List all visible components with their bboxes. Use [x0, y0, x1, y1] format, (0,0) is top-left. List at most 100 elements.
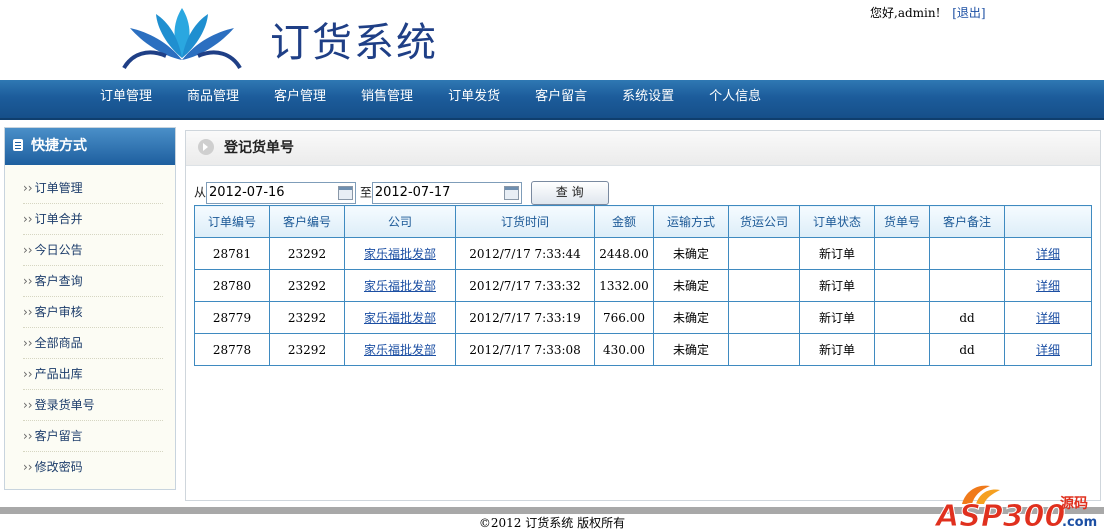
sidebar-item-label: 产品出库	[34, 367, 83, 381]
sidebar-item-label: 修改密码	[34, 460, 83, 474]
calendar-icon[interactable]	[503, 186, 519, 200]
cell-order-status: 新订单	[799, 269, 875, 302]
cell-carrier	[728, 237, 800, 270]
cell-customer-remark	[929, 269, 1005, 302]
cell-waybill-no	[874, 301, 930, 334]
cell-waybill-no	[874, 269, 930, 302]
cell-carrier	[728, 333, 800, 366]
nav-item-customer-messages[interactable]: 客户留言	[535, 80, 587, 118]
col-order-no: 订单编号	[194, 205, 270, 238]
svg-text:源码: 源码	[1060, 495, 1088, 512]
cell-order-time: 2012/7/17 7:33:32	[455, 269, 595, 302]
cell-action: 详细	[1004, 237, 1092, 270]
logout-link[interactable]: [退出]	[952, 6, 985, 20]
cell-order-no: 28780	[194, 269, 270, 302]
col-customer-remark: 客户备注	[929, 205, 1005, 238]
company-link[interactable]: 家乐福批发部	[364, 343, 436, 357]
sidebar-header: 快捷方式	[5, 128, 175, 165]
to-date-input[interactable]	[372, 183, 503, 202]
col-waybill-no: 货单号	[874, 205, 930, 238]
sidebar-item-customer-messages[interactable]: ›› 客户留言	[23, 421, 163, 452]
double-chevron-icon: ››	[23, 212, 33, 226]
sidebar-item-label: 登录货单号	[34, 398, 95, 412]
arrow-circle-icon	[198, 139, 214, 155]
cell-customer-no: 23292	[269, 269, 345, 302]
calendar-icon[interactable]	[338, 186, 354, 200]
system-title: 订货系统	[270, 20, 438, 66]
double-chevron-icon: ››	[23, 367, 33, 381]
sidebar-item-product-outbound[interactable]: ›› 产品出库	[23, 359, 163, 390]
nav-item-personal-info[interactable]: 个人信息	[709, 80, 761, 118]
cell-order-status: 新订单	[799, 333, 875, 366]
query-button[interactable]: 查 询	[530, 181, 609, 205]
sidebar-item-all-products[interactable]: ›› 全部商品	[23, 328, 163, 359]
sidebar-item-label: 订单管理	[34, 181, 83, 195]
cell-company: 家乐福批发部	[344, 237, 456, 270]
content-panel: 登记货单号 从 至 查 询 订单编号 客户编号 公司 订货时间 金额 运输方式 …	[185, 130, 1101, 501]
nav-item-product-management[interactable]: 商品管理	[187, 80, 239, 118]
sidebar-item-label: 订单合并	[34, 212, 83, 226]
sidebar-title: 快捷方式	[31, 138, 87, 154]
cell-waybill-no	[874, 333, 930, 366]
double-chevron-icon: ››	[23, 274, 33, 288]
sidebar-item-label: 客户查询	[34, 274, 83, 288]
from-date-input[interactable]	[207, 183, 338, 202]
sidebar-item-register-waybill[interactable]: ›› 登录货单号	[23, 390, 163, 421]
detail-link[interactable]: 详细	[1036, 343, 1060, 357]
table-row: 28778 23292 家乐福批发部 2012/7/17 7:33:08 430…	[194, 333, 1092, 366]
user-bar: 您好,admin! [退出]	[870, 4, 986, 21]
from-date-field[interactable]	[206, 182, 357, 204]
cell-shipping-method: 未确定	[653, 269, 729, 302]
sidebar-item-customer-query[interactable]: ›› 客户查询	[23, 266, 163, 297]
cell-order-time: 2012/7/17 7:33:19	[455, 301, 595, 334]
detail-link[interactable]: 详细	[1036, 279, 1060, 293]
lotus-logo-icon	[122, 8, 242, 70]
double-chevron-icon: ››	[23, 181, 33, 195]
cell-action: 详细	[1004, 333, 1092, 366]
sidebar-item-customer-review[interactable]: ›› 客户审核	[23, 297, 163, 328]
to-date-field[interactable]	[371, 182, 522, 204]
main-nav: 订单管理 商品管理 客户管理 销售管理 订单发货 客户留言 系统设置 个人信息	[0, 80, 1104, 120]
company-link[interactable]: 家乐福批发部	[364, 247, 436, 261]
col-action	[1004, 205, 1092, 238]
sidebar-item-order-merge[interactable]: ›› 订单合并	[23, 204, 163, 235]
sidebar-item-change-password[interactable]: ›› 修改密码	[23, 452, 163, 482]
double-chevron-icon: ››	[23, 460, 33, 474]
table-header-row: 订单编号 客户编号 公司 订货时间 金额 运输方式 货运公司 订单状态 货单号 …	[194, 205, 1092, 238]
col-customer-no: 客户编号	[269, 205, 345, 238]
nav-item-order-management[interactable]: 订单管理	[100, 80, 152, 118]
col-order-time: 订货时间	[455, 205, 595, 238]
cell-amount: 766.00	[594, 301, 654, 334]
detail-link[interactable]: 详细	[1036, 311, 1060, 325]
company-link[interactable]: 家乐福批发部	[364, 311, 436, 325]
detail-link[interactable]: 详细	[1036, 247, 1060, 261]
nav-item-order-shipping[interactable]: 订单发货	[448, 80, 500, 118]
header: 订货系统 您好,admin! [退出]	[0, 0, 1104, 80]
double-chevron-icon: ››	[23, 429, 33, 443]
nav-item-sales-management[interactable]: 销售管理	[361, 80, 413, 118]
col-shipping-method: 运输方式	[653, 205, 729, 238]
nav-item-customer-management[interactable]: 客户管理	[274, 80, 326, 118]
company-link[interactable]: 家乐福批发部	[364, 279, 436, 293]
sidebar-item-label: 今日公告	[34, 243, 83, 257]
sidebar: 快捷方式 ›› 订单管理 ›› 订单合并 ›› 今日公告 ›› 客户查询 ›› 客户审核 …	[4, 127, 176, 490]
table-row: 28781 23292 家乐福批发部 2012/7/17 7:33:44 244…	[194, 237, 1092, 270]
cell-customer-no: 23292	[269, 333, 345, 366]
sidebar-item-today-notice[interactable]: ›› 今日公告	[23, 235, 163, 266]
cell-customer-no: 23292	[269, 237, 345, 270]
col-carrier: 货运公司	[728, 205, 800, 238]
sidebar-item-label: 客户审核	[34, 305, 83, 319]
cell-order-time: 2012/7/17 7:33:08	[455, 333, 595, 366]
clipboard-icon	[13, 139, 23, 151]
cell-shipping-method: 未确定	[653, 237, 729, 270]
nav-item-system-settings[interactable]: 系统设置	[622, 80, 674, 118]
cell-amount: 1332.00	[594, 269, 654, 302]
cell-order-time: 2012/7/17 7:33:44	[455, 237, 595, 270]
to-label: 至	[359, 185, 372, 200]
cell-customer-remark	[929, 237, 1005, 270]
sidebar-item-order-management[interactable]: ›› 订单管理	[23, 173, 163, 204]
col-order-status: 订单状态	[799, 205, 875, 238]
cell-order-no: 28778	[194, 333, 270, 366]
svg-text:ASP300: ASP300	[934, 499, 1065, 530]
cell-customer-remark: dd	[929, 333, 1005, 366]
